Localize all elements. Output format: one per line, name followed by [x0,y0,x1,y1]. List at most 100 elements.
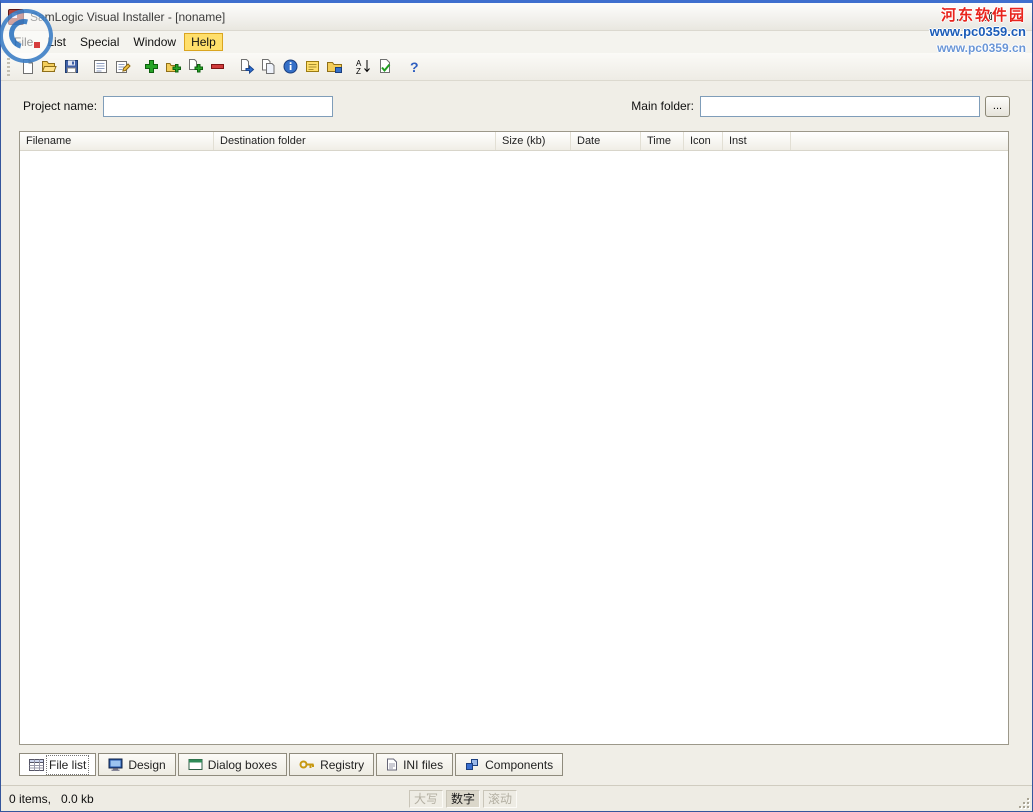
edit-list-button[interactable] [111,56,133,78]
file-table-header: Filename Destination folder Size (kb) Da… [20,132,1008,151]
browse-main-folder-button[interactable]: ... [985,96,1010,117]
toolbar-separator [345,56,352,78]
toolbar-separator [396,56,403,78]
file-list-grid-icon [29,759,44,771]
new-project-button[interactable] [16,56,38,78]
help-icon: ? [406,58,423,75]
project-name-label: Project name: [23,99,97,113]
menu-item-file[interactable]: File [7,33,40,51]
project-name-input[interactable] [103,96,333,117]
list-view-icon [92,58,109,75]
column-header-icon[interactable]: Icon [684,132,723,150]
close-button[interactable]: × [1004,9,1022,24]
window-title: SamLogic Visual Installer - [noname] [30,10,225,24]
save-project-button[interactable] [60,56,82,78]
file-information-icon [282,58,299,75]
toolbar: AZ ? [1,53,1032,81]
design-monitor-icon [108,758,123,771]
save-icon [63,58,80,75]
scroll-lock-indicator: 滚动 [483,790,517,808]
file-options-icon [238,58,255,75]
remove-files-icon [209,58,226,75]
column-header-inst[interactable]: Inst [723,132,791,150]
minimize-button[interactable] [952,9,970,24]
tab-label-registry: Registry [320,758,364,772]
folder-badge-icon [326,58,343,75]
toolbar-separator [228,56,235,78]
replace-file-button[interactable] [257,56,279,78]
status-items-summary: 0 items, 0.0 kb [9,792,94,806]
sort-az-icon: AZ [355,58,372,75]
status-bar: 0 items, 0.0 kb 大写 数字 滚动 [1,785,1032,811]
tab-label-file-list: File list [49,758,86,772]
menu-item-list[interactable]: List [40,33,73,51]
open-folder-icon [41,58,58,75]
tab-file-list[interactable]: File list [19,753,96,776]
column-header-filename[interactable]: Filename [20,132,214,150]
tab-label-ini-files: INI files [403,758,443,772]
test-project-icon [377,58,394,75]
tab-design[interactable]: Design [98,753,175,776]
resize-grip[interactable] [1017,796,1031,810]
add-folder-button[interactable] [162,56,184,78]
add-files-button[interactable] [140,56,162,78]
test-project-button[interactable] [374,56,396,78]
app-window: SamLogic Visual Installer - [noname] × F… [0,0,1033,812]
file-information-button[interactable] [279,56,301,78]
menu-bar: File List Special Window Help [1,31,1032,53]
tab-label-design: Design [128,758,165,772]
toolbar-separator [82,56,89,78]
num-lock-indicator: 数字 [446,790,480,808]
dialog-window-icon [188,758,203,771]
note-button[interactable] [301,56,323,78]
menu-item-window[interactable]: Window [126,33,183,51]
caps-lock-indicator: 大写 [409,790,443,808]
components-icon [465,758,480,771]
note-icon [304,58,321,75]
tab-registry[interactable]: Registry [289,753,374,776]
remove-files-button[interactable] [206,56,228,78]
help-button[interactable]: ? [403,56,425,78]
window-controls: × [944,9,1022,24]
registry-key-icon [299,758,315,771]
bottom-tab-bar: File list Design Dialog boxes Registry I… [1,753,1032,779]
project-form-row: Project name: Main folder: ... [1,81,1032,131]
file-table: Filename Destination folder Size (kb) Da… [19,131,1009,745]
list-edit-icon [114,58,131,75]
tab-label-dialog-boxes: Dialog boxes [208,758,277,772]
open-project-button[interactable] [38,56,60,78]
toolbar-grip [7,58,10,76]
new-document-icon [19,58,36,75]
svg-text:Z: Z [356,67,361,75]
add-file-list-icon [187,58,204,75]
add-file-list-button[interactable] [184,56,206,78]
tab-components[interactable]: Components [455,753,563,776]
restore-button[interactable] [978,9,996,24]
column-header-time[interactable]: Time [641,132,684,150]
file-table-body[interactable] [20,151,1008,744]
tab-ini-files[interactable]: INI files [376,753,453,776]
close-icon: × [1009,10,1017,24]
column-header-size[interactable]: Size (kb) [496,132,571,150]
minimize-icon [957,19,965,21]
file-options-button[interactable] [235,56,257,78]
file-replace-icon [260,58,277,75]
sort-list-button[interactable]: AZ [352,56,374,78]
main-folder-input[interactable] [700,96,980,117]
menu-item-special[interactable]: Special [73,33,126,51]
add-files-icon [143,58,160,75]
folder-badge-button[interactable] [323,56,345,78]
ini-file-icon [386,758,398,771]
main-folder-label: Main folder: [631,99,694,113]
menu-item-help[interactable]: Help [184,33,223,51]
title-bar: SamLogic Visual Installer - [noname] × [1,3,1032,31]
view-list-button[interactable] [89,56,111,78]
svg-text:?: ? [410,59,419,75]
column-header-destination-folder[interactable]: Destination folder [214,132,496,150]
add-folder-icon [165,58,182,75]
column-header-date[interactable]: Date [571,132,641,150]
app-icon [8,9,24,25]
tab-dialog-boxes[interactable]: Dialog boxes [178,753,287,776]
restore-icon [982,12,992,21]
tab-label-components: Components [485,758,553,772]
